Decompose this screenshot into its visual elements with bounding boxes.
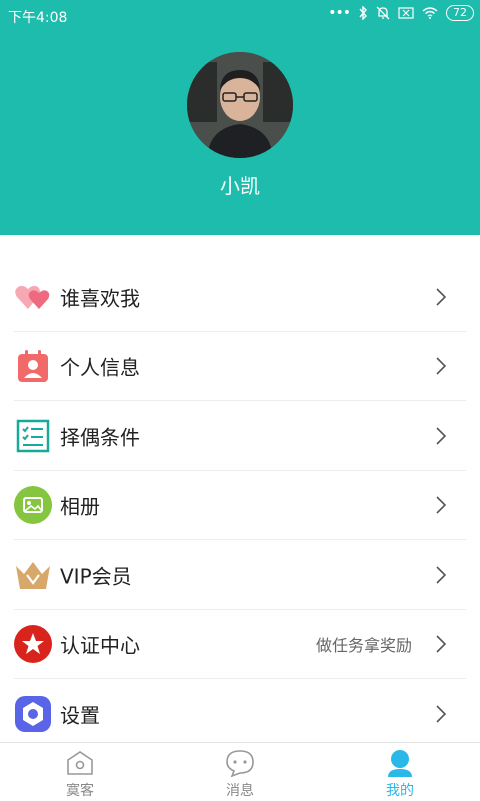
wifi-icon — [422, 7, 438, 19]
menu-item-hint: 做任务拿奖励 — [315, 636, 412, 656]
profile-header: 下午4:08 ••• 72 小凯 — [0, 0, 480, 235]
avatar-photo — [187, 52, 293, 158]
person-icon — [388, 750, 412, 777]
home-icon — [67, 751, 93, 775]
menu-item-verification-center[interactable]: 认证中心 做任务拿奖励 — [0, 610, 480, 679]
checklist-icon — [16, 419, 50, 452]
profile-card-icon — [18, 350, 48, 383]
profile-menu: 谁喜欢我 个人信息 择偶条件 相册 VIP会员 认证中心 做任务拿奖励 设置 — [0, 262, 480, 749]
tab-label: 消息 — [226, 783, 254, 799]
tab-home[interactable]: 寞客 — [0, 743, 160, 801]
sim-off-icon — [398, 7, 414, 19]
menu-item-label: 个人信息 — [60, 355, 140, 380]
tab-messages[interactable]: 消息 — [160, 743, 320, 801]
crown-icon — [16, 561, 50, 589]
menu-item-label: 择偶条件 — [60, 425, 140, 450]
menu-item-settings[interactable]: 设置 — [0, 679, 480, 749]
menu-item-album[interactable]: 相册 — [0, 471, 480, 540]
tab-me[interactable]: 我的 — [320, 743, 480, 801]
menu-item-who-likes-me[interactable]: 谁喜欢我 — [0, 262, 480, 332]
chevron-right-icon — [436, 288, 447, 306]
tab-label: 寞客 — [66, 783, 94, 799]
battery-indicator: 72 — [446, 5, 474, 21]
mute-bell-icon — [376, 6, 390, 20]
status-time: 下午4:08 — [8, 10, 68, 26]
chevron-right-icon — [436, 705, 447, 723]
menu-item-partner-criteria[interactable]: 择偶条件 — [0, 401, 480, 471]
chevron-right-icon — [436, 635, 447, 653]
chevron-right-icon — [436, 427, 447, 445]
photo-album-icon — [14, 486, 52, 525]
chevron-right-icon — [436, 496, 447, 514]
hearts-icon — [15, 285, 50, 309]
menu-item-label: 设置 — [60, 703, 100, 728]
menu-item-label: 认证中心 — [60, 633, 140, 658]
menu-item-label: VIP会员 — [60, 564, 132, 589]
status-bar: 下午4:08 ••• 72 — [0, 0, 480, 32]
more-dots-icon: ••• — [328, 5, 351, 21]
star-badge-icon — [14, 625, 52, 664]
status-icons: ••• 72 — [328, 5, 474, 21]
bluetooth-icon — [359, 6, 367, 20]
menu-item-label: 相册 — [60, 494, 100, 519]
menu-item-personal-info[interactable]: 个人信息 — [0, 332, 480, 401]
menu-item-label: 谁喜欢我 — [60, 286, 140, 311]
menu-item-vip[interactable]: VIP会员 — [0, 540, 480, 610]
chevron-right-icon — [436, 566, 447, 584]
chevron-right-icon — [436, 357, 447, 375]
username: 小凯 — [220, 174, 260, 198]
settings-icon — [15, 695, 51, 732]
bottom-tab-bar: 寞客 消息 我的 — [0, 742, 480, 801]
chat-icon — [226, 750, 254, 777]
tab-label: 我的 — [386, 783, 414, 799]
avatar[interactable] — [187, 52, 293, 158]
